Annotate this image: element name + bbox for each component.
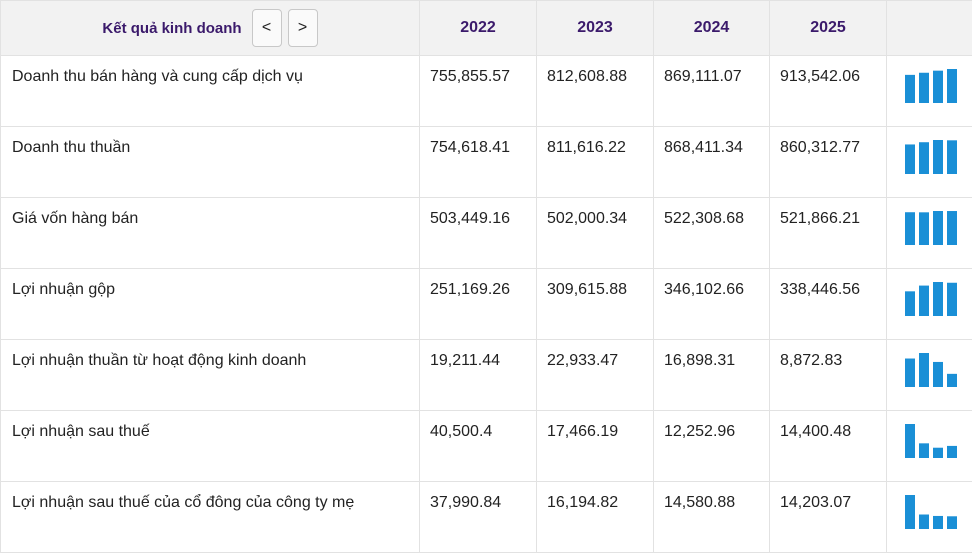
next-button[interactable]: > <box>288 9 318 47</box>
sparkline-bar <box>933 71 943 103</box>
sparkline-bar <box>947 374 957 387</box>
header-title-cell: Kết quả kinh doanh < > <box>1 1 420 56</box>
sparkline-cell <box>887 198 972 269</box>
value-cell: 521,866.21 <box>770 198 887 269</box>
sparkline-bar <box>947 69 957 103</box>
sparkline-bar <box>947 211 957 245</box>
sparkline-bar <box>947 516 957 529</box>
value-cell: 860,312.77 <box>770 127 887 198</box>
table-row: Doanh thu thuần754,618.41811,616.22868,4… <box>1 127 972 198</box>
table-row: Lợi nhuận sau thuế40,500.417,466.1912,25… <box>1 411 972 482</box>
table-row: Lợi nhuận gộp251,169.26309,615.88346,102… <box>1 269 972 340</box>
sparkline-bar <box>933 362 943 387</box>
year-header-2024: 2024 <box>654 1 770 56</box>
header-row: Kết quả kinh doanh < > 2022 2023 2024 20… <box>1 1 972 56</box>
row-label: Doanh thu bán hàng và cung cấp dịch vụ <box>1 56 420 127</box>
sparkline-bar <box>933 448 943 458</box>
sparkline-bar <box>919 73 929 103</box>
sparkline-header <box>887 1 972 56</box>
sparkline-cell <box>887 269 972 340</box>
sparkline-bar <box>905 424 915 458</box>
value-cell: 14,203.07 <box>770 482 887 553</box>
sparkline-bar <box>919 353 929 387</box>
sparkline-bar <box>919 515 929 529</box>
sparkline-bar <box>947 140 957 174</box>
value-cell: 812,608.88 <box>537 56 654 127</box>
sparkline-bar <box>947 446 957 458</box>
value-cell: 40,500.4 <box>420 411 537 482</box>
sparkline-chart <box>887 340 972 397</box>
value-cell: 754,618.41 <box>420 127 537 198</box>
sparkline-bar <box>905 291 915 316</box>
value-cell: 37,990.84 <box>420 482 537 553</box>
sparkline-cell <box>887 56 972 127</box>
sparkline-cell <box>887 127 972 198</box>
sparkline-bar <box>933 516 943 529</box>
value-cell: 12,252.96 <box>654 411 770 482</box>
value-cell: 17,466.19 <box>537 411 654 482</box>
value-cell: 868,411.34 <box>654 127 770 198</box>
sparkline-cell <box>887 482 972 553</box>
value-cell: 755,855.57 <box>420 56 537 127</box>
table-row: Lợi nhuận sau thuế của cổ đông của công … <box>1 482 972 553</box>
sparkline-bar <box>933 282 943 316</box>
value-cell: 309,615.88 <box>537 269 654 340</box>
sparkline-bar <box>905 144 915 174</box>
value-cell: 16,194.82 <box>537 482 654 553</box>
sparkline-bar <box>919 142 929 174</box>
sparkline-chart <box>887 56 972 113</box>
value-cell: 16,898.31 <box>654 340 770 411</box>
prev-button[interactable]: < <box>252 9 282 47</box>
value-cell: 251,169.26 <box>420 269 537 340</box>
sparkline-bar <box>905 359 915 387</box>
value-cell: 19,211.44 <box>420 340 537 411</box>
year-header-2023: 2023 <box>537 1 654 56</box>
value-cell: 14,580.88 <box>654 482 770 553</box>
sparkline-chart <box>887 127 972 184</box>
table-row: Doanh thu bán hàng và cung cấp dịch vụ75… <box>1 56 972 127</box>
sparkline-cell <box>887 340 972 411</box>
sparkline-bar <box>933 211 943 245</box>
sparkline-chart <box>887 198 972 255</box>
row-label: Giá vốn hàng bán <box>1 198 420 269</box>
value-cell: 8,872.83 <box>770 340 887 411</box>
table-row: Giá vốn hàng bán503,449.16502,000.34522,… <box>1 198 972 269</box>
business-results-table: Kết quả kinh doanh < > 2022 2023 2024 20… <box>0 0 972 553</box>
value-cell: 14,400.48 <box>770 411 887 482</box>
value-cell: 346,102.66 <box>654 269 770 340</box>
row-label: Lợi nhuận thuần từ hoạt động kinh doanh <box>1 340 420 411</box>
value-cell: 811,616.22 <box>537 127 654 198</box>
table-title: Kết quả kinh doanh <box>102 20 241 37</box>
sparkline-bar <box>905 212 915 245</box>
value-cell: 22,933.47 <box>537 340 654 411</box>
sparkline-bar <box>905 495 915 529</box>
value-cell: 503,449.16 <box>420 198 537 269</box>
value-cell: 502,000.34 <box>537 198 654 269</box>
sparkline-bar <box>905 75 915 103</box>
sparkline-bar <box>919 212 929 245</box>
row-label: Lợi nhuận gộp <box>1 269 420 340</box>
table-body: Doanh thu bán hàng và cung cấp dịch vụ75… <box>1 56 972 553</box>
year-header-2025: 2025 <box>770 1 887 56</box>
sparkline-bar <box>919 286 929 316</box>
row-label: Lợi nhuận sau thuế <box>1 411 420 482</box>
value-cell: 869,111.07 <box>654 56 770 127</box>
value-cell: 522,308.68 <box>654 198 770 269</box>
value-cell: 913,542.06 <box>770 56 887 127</box>
sparkline-cell <box>887 411 972 482</box>
sparkline-chart <box>887 411 972 468</box>
value-cell: 338,446.56 <box>770 269 887 340</box>
sparkline-bar <box>947 283 957 316</box>
table-row: Lợi nhuận thuần từ hoạt động kinh doanh1… <box>1 340 972 411</box>
row-label: Doanh thu thuần <box>1 127 420 198</box>
sparkline-chart <box>887 482 972 539</box>
year-header-2022: 2022 <box>420 1 537 56</box>
sparkline-bar <box>933 140 943 174</box>
sparkline-chart <box>887 269 972 326</box>
row-label: Lợi nhuận sau thuế của cổ đông của công … <box>1 482 420 553</box>
sparkline-bar <box>919 443 929 458</box>
